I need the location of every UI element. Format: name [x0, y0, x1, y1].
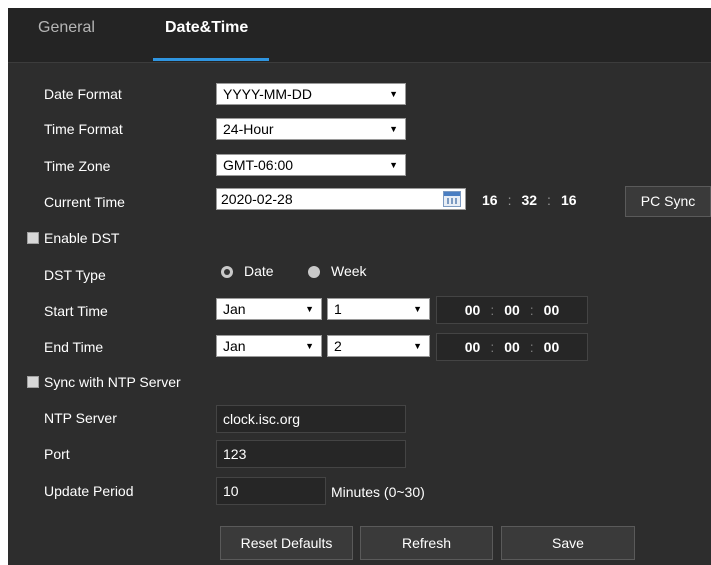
time-zone-select[interactable]: GMT-06:00 ▼	[216, 154, 406, 176]
time-separator: :	[490, 302, 495, 318]
active-tab-indicator	[153, 58, 269, 61]
update-period-unit: Minutes (0~30)	[331, 484, 425, 500]
start-month-select[interactable]: Jan ▼	[216, 298, 322, 320]
enable-dst-label: Enable DST	[44, 230, 120, 246]
end-day-value: 2	[334, 338, 342, 354]
dropdown-arrow-icon: ▼	[413, 341, 422, 351]
end-time-input[interactable]: 00 : 00 : 00	[436, 333, 588, 361]
date-format-value: YYYY-MM-DD	[223, 86, 312, 102]
start-day-select[interactable]: 1 ▼	[327, 298, 430, 320]
start-time-seconds[interactable]: 00	[544, 297, 560, 323]
clock-separator: :	[547, 192, 551, 208]
start-time-label: Start Time	[44, 303, 108, 319]
dst-type-date-label: Date	[244, 263, 274, 279]
clock-separator: :	[507, 192, 512, 208]
tab-date-time[interactable]: Date&Time	[165, 19, 248, 37]
dropdown-arrow-icon: ▼	[389, 89, 398, 99]
sync-ntp-label: Sync with NTP Server	[44, 374, 181, 390]
sync-ntp-checkbox[interactable]	[27, 376, 39, 388]
dst-type-label: DST Type	[44, 267, 106, 283]
enable-dst-checkbox[interactable]	[27, 232, 39, 244]
end-time-minutes[interactable]: 00	[504, 334, 520, 360]
clock-minutes[interactable]: 32	[521, 186, 537, 214]
time-format-value: 24-Hour	[223, 121, 274, 137]
ntp-server-input[interactable]: clock.isc.org	[216, 405, 406, 433]
current-date-input[interactable]: 2020-02-28	[216, 188, 466, 210]
start-month-value: Jan	[223, 301, 246, 317]
end-time-hours[interactable]: 00	[465, 334, 481, 360]
end-month-value: Jan	[223, 338, 246, 354]
time-zone-label: Time Zone	[44, 158, 111, 174]
dropdown-arrow-icon: ▼	[413, 304, 422, 314]
calendar-icon[interactable]	[443, 191, 461, 207]
tab-bar	[8, 8, 711, 63]
current-time-label: Current Time	[44, 194, 125, 210]
date-format-select[interactable]: YYYY-MM-DD ▼	[216, 83, 406, 105]
clock-seconds[interactable]: 16	[561, 186, 577, 214]
pc-sync-button[interactable]: PC Sync	[625, 186, 711, 217]
end-time-seconds[interactable]: 00	[544, 334, 560, 360]
clock-hours[interactable]: 16	[482, 186, 498, 214]
dropdown-arrow-icon: ▼	[305, 304, 314, 314]
dropdown-arrow-icon: ▼	[305, 341, 314, 351]
time-separator: :	[490, 339, 495, 355]
time-zone-value: GMT-06:00	[223, 157, 294, 173]
date-format-label: Date Format	[44, 86, 122, 102]
time-format-label: Time Format	[44, 121, 123, 137]
update-period-label: Update Period	[44, 483, 134, 499]
time-separator: :	[529, 302, 534, 318]
save-button[interactable]: Save	[501, 526, 635, 560]
reset-defaults-button[interactable]: Reset Defaults	[220, 526, 353, 560]
ntp-server-label: NTP Server	[44, 410, 117, 426]
start-day-value: 1	[334, 301, 342, 317]
update-period-input[interactable]: 10	[216, 477, 326, 505]
tab-general[interactable]: General	[38, 19, 95, 37]
start-time-minutes[interactable]: 00	[504, 297, 520, 323]
end-day-select[interactable]: 2 ▼	[327, 335, 430, 357]
time-format-select[interactable]: 24-Hour ▼	[216, 118, 406, 140]
end-month-select[interactable]: Jan ▼	[216, 335, 322, 357]
port-input[interactable]: 123	[216, 440, 406, 468]
dropdown-arrow-icon: ▼	[389, 124, 398, 134]
dst-type-date-radio[interactable]	[221, 266, 233, 278]
dst-type-week-label: Week	[331, 263, 367, 279]
refresh-button[interactable]: Refresh	[360, 526, 493, 560]
start-time-input[interactable]: 00 : 00 : 00	[436, 296, 588, 324]
end-time-label: End Time	[44, 339, 104, 355]
dropdown-arrow-icon: ▼	[389, 160, 398, 170]
dst-type-week-radio[interactable]	[308, 266, 320, 278]
port-label: Port	[44, 446, 70, 462]
start-time-hours[interactable]: 00	[465, 297, 481, 323]
current-clock: 16 : 32 : 16	[482, 186, 577, 214]
time-separator: :	[529, 339, 534, 355]
